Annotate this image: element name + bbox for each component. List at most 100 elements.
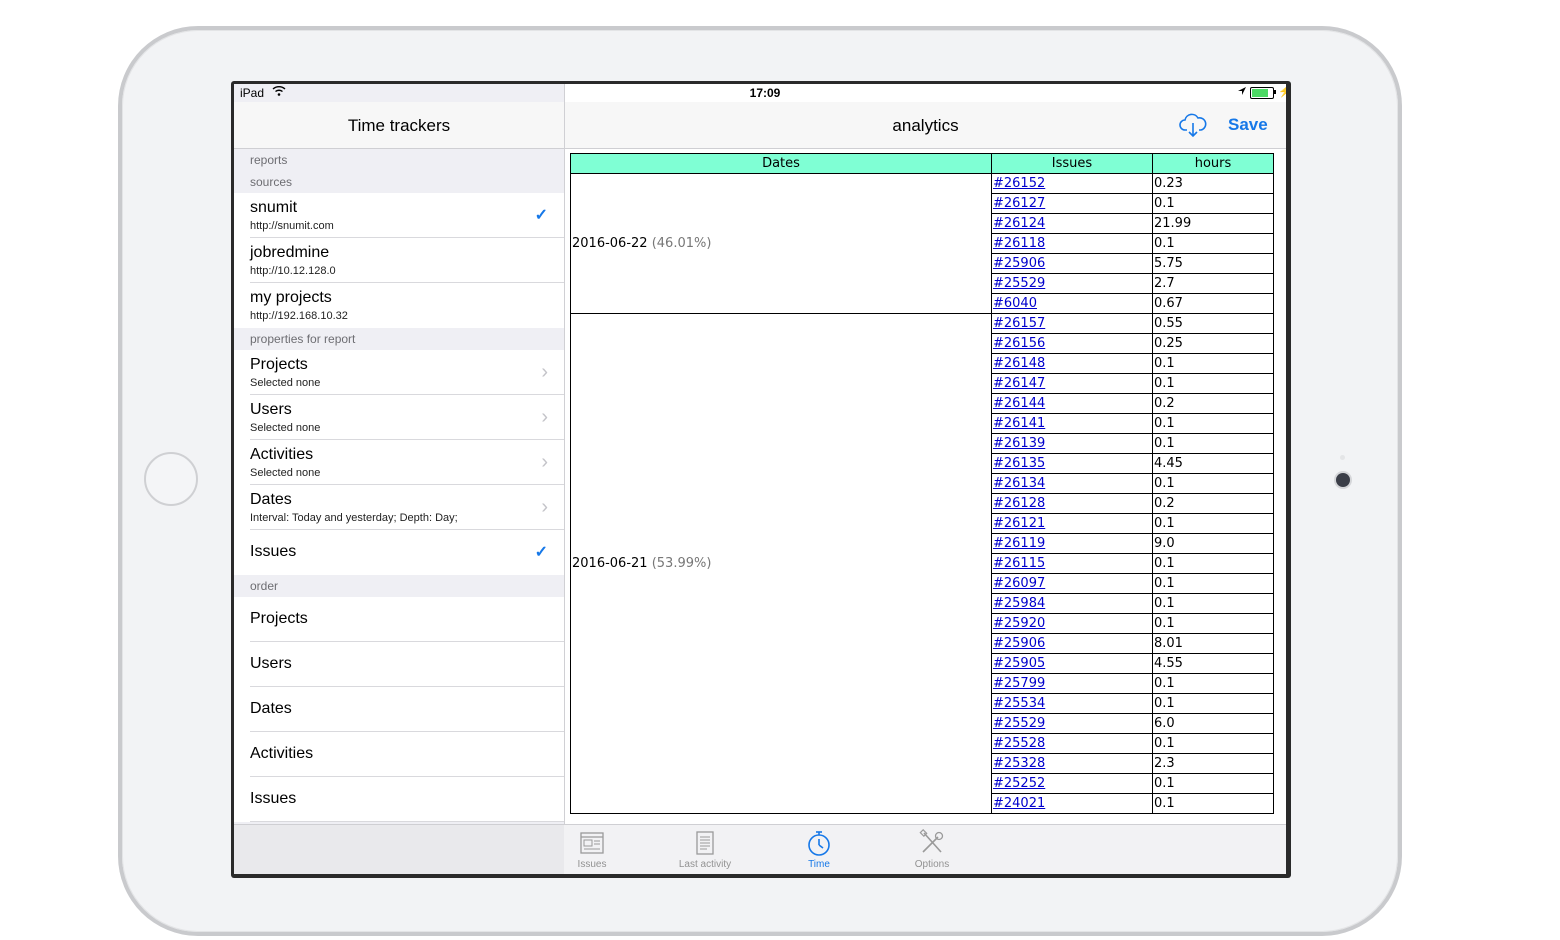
hours-cell: 2.7 xyxy=(1152,273,1274,294)
property-item-projects[interactable]: Projects Selected none › xyxy=(234,350,564,395)
issue-link[interactable]: #25328 xyxy=(993,756,1045,771)
issue-cell: #26144 xyxy=(991,393,1153,414)
issue-cell: #25328 xyxy=(991,753,1153,774)
issue-link[interactable]: #26148 xyxy=(993,356,1045,371)
source-url: http://10.12.128.0 xyxy=(250,265,336,277)
hours-cell: 0.25 xyxy=(1152,333,1274,354)
issue-link[interactable]: #26139 xyxy=(993,436,1045,451)
order-item-label: Projects xyxy=(250,610,308,627)
order-item[interactable]: Dates xyxy=(234,687,564,732)
issue-cell: #26135 xyxy=(991,453,1153,474)
issue-link[interactable]: #26128 xyxy=(993,496,1045,511)
hours-cell: 0.1 xyxy=(1152,373,1274,394)
issue-link[interactable]: #25529 xyxy=(993,716,1045,731)
chevron-right-icon: › xyxy=(541,451,548,473)
hours-cell: 0.2 xyxy=(1152,393,1274,414)
order-item[interactable]: Issues xyxy=(234,777,564,822)
issue-link[interactable]: #24021 xyxy=(993,796,1045,811)
tab-options[interactable]: Options xyxy=(892,829,972,870)
issue-link[interactable]: #26115 xyxy=(993,556,1045,571)
checkmark-icon: ✓ xyxy=(534,207,548,224)
issue-link[interactable]: #26124 xyxy=(993,216,1045,231)
save-button[interactable]: Save xyxy=(1228,115,1268,135)
issue-link[interactable]: #26121 xyxy=(993,516,1045,531)
issue-link[interactable]: #26097 xyxy=(993,576,1045,591)
issue-link[interactable]: #26144 xyxy=(993,396,1045,411)
issue-link[interactable]: #26134 xyxy=(993,476,1045,491)
issue-cell: #26119 xyxy=(991,533,1153,554)
issue-link[interactable]: #26157 xyxy=(993,316,1045,331)
order-item[interactable]: Users xyxy=(234,642,564,687)
issue-cell: #25906 xyxy=(991,633,1153,654)
table-row: 2016-06-21 (53.99%) #26157 0.55 xyxy=(570,313,1274,814)
issue-link[interactable]: #26147 xyxy=(993,376,1045,391)
issue-link[interactable]: #26127 xyxy=(993,196,1045,211)
issue-link[interactable]: #6040 xyxy=(993,296,1037,311)
issue-link[interactable]: #26141 xyxy=(993,416,1045,431)
hours-cell: 0.1 xyxy=(1152,733,1274,754)
location-arrow-icon xyxy=(1238,87,1246,95)
property-name: Projects xyxy=(250,356,308,373)
hours-cell: 4.55 xyxy=(1152,653,1274,674)
issue-link[interactable]: #25906 xyxy=(993,636,1045,651)
issue-cell: #26156 xyxy=(991,333,1153,354)
source-item[interactable]: snumit http://snumit.com ✓ xyxy=(234,193,564,238)
table-body: 2016-06-22 (46.01%) #26152 0.23 #26127 0.1 #2… xyxy=(570,173,1274,814)
tab-time[interactable]: Time xyxy=(779,829,859,870)
issue-link[interactable]: #25984 xyxy=(993,596,1045,611)
property-item-users[interactable]: Users Selected none › xyxy=(234,395,564,440)
issue-cell: #26141 xyxy=(991,413,1153,434)
hours-cell: 0.1 xyxy=(1152,473,1274,494)
order-item-label: Activities xyxy=(250,745,314,762)
settings-list: reports sources snumit http://snumit.com… xyxy=(234,149,564,822)
issue-link[interactable]: #25920 xyxy=(993,616,1045,631)
section-header-properties: properties for report xyxy=(234,328,564,350)
order-item-label: Users xyxy=(250,655,292,672)
property-item-dates[interactable]: Dates Interval: Today and yesterday; Dep… xyxy=(234,485,564,530)
issue-link[interactable]: #25905 xyxy=(993,656,1045,671)
tab-bar-master-area xyxy=(234,825,564,874)
tools-icon xyxy=(919,829,944,853)
issue-cell: #26097 xyxy=(991,573,1153,594)
home-button[interactable] xyxy=(144,452,198,506)
charging-icon: ⚡ xyxy=(1278,86,1286,98)
property-item-issues[interactable]: Issues ✓ xyxy=(234,530,564,575)
issue-link[interactable]: #25252 xyxy=(993,776,1045,791)
issue-link[interactable]: #26119 xyxy=(993,536,1045,551)
source-item[interactable]: jobredmine http://10.12.128.0 xyxy=(234,238,564,283)
battery-icon xyxy=(1250,87,1274,99)
order-item-label: Dates xyxy=(250,700,292,717)
issue-link[interactable]: #25799 xyxy=(993,676,1045,691)
chevron-right-icon: › xyxy=(541,406,548,428)
section-header-sources: sources xyxy=(234,171,564,193)
issue-cell: #26157 xyxy=(991,313,1153,334)
source-item[interactable]: my projects http://192.168.10.32 xyxy=(234,283,564,328)
issue-link[interactable]: #26118 xyxy=(993,236,1045,251)
property-item-activities[interactable]: Activities Selected none › xyxy=(234,440,564,485)
issue-cell: #25799 xyxy=(991,673,1153,694)
issue-link[interactable]: #26156 xyxy=(993,336,1045,351)
order-item[interactable]: Activities xyxy=(234,732,564,777)
hours-cell: 0.55 xyxy=(1152,313,1274,334)
hours-cell: 0.1 xyxy=(1152,193,1274,214)
issue-link[interactable]: #25529 xyxy=(993,276,1045,291)
issue-link[interactable]: #25528 xyxy=(993,736,1045,751)
issue-cell: #25534 xyxy=(991,693,1153,714)
issue-link[interactable]: #25534 xyxy=(993,696,1045,711)
issue-link[interactable]: #26152 xyxy=(993,176,1045,191)
hours-cell: 0.1 xyxy=(1152,353,1274,374)
issue-cell: #25529 xyxy=(991,273,1153,294)
hours-cell: 6.0 xyxy=(1152,713,1274,734)
property-value: Selected none xyxy=(250,467,321,479)
tab-issues[interactable]: Issues xyxy=(552,829,632,870)
cloud-download-icon[interactable] xyxy=(1179,112,1207,138)
issue-cell: #26121 xyxy=(991,513,1153,534)
issue-link[interactable]: #26135 xyxy=(993,456,1045,471)
source-name: snumit xyxy=(250,199,298,216)
tab-label: Issues xyxy=(577,859,607,870)
hours-cell: 0.1 xyxy=(1152,433,1274,454)
issue-link[interactable]: #25906 xyxy=(993,256,1045,271)
order-item[interactable]: Projects xyxy=(234,597,564,642)
screen: Time trackers reports sources snumit htt… xyxy=(234,84,1286,874)
tab-last-activity[interactable]: Last activity xyxy=(665,829,745,870)
